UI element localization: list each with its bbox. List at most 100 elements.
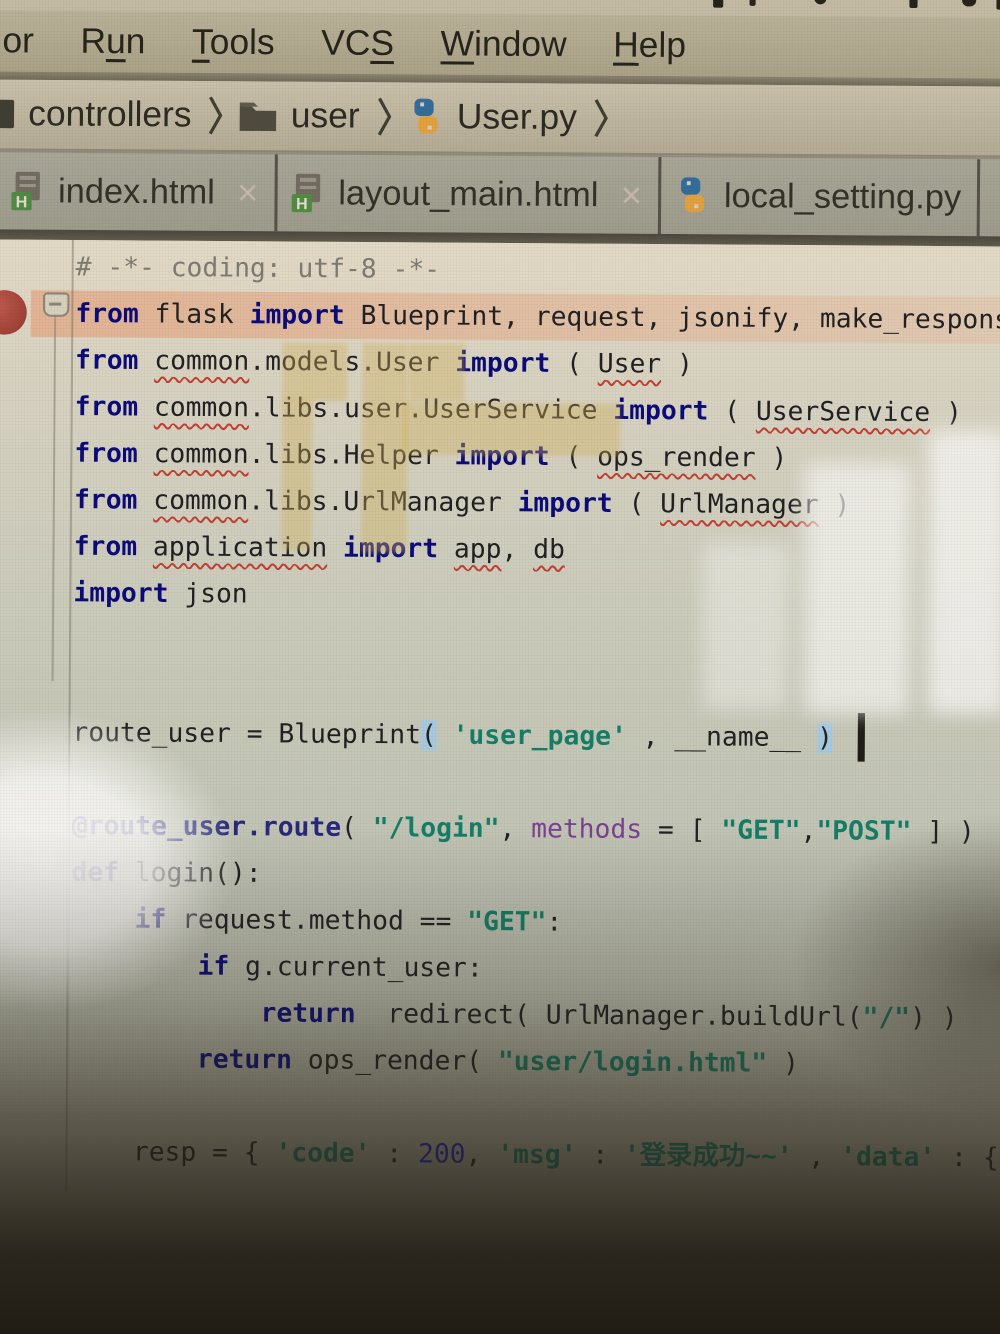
html-file-icon: H	[290, 172, 327, 215]
code-token: :	[576, 1140, 625, 1171]
project-icon	[0, 99, 15, 129]
code-token: "GET"	[467, 906, 547, 938]
breadcrumb-item-controllers[interactable]: controllers	[28, 94, 192, 136]
menu-item-vcs[interactable]: VCS	[321, 23, 394, 64]
tab-close-icon[interactable]: ×	[621, 174, 643, 217]
code-line: if request.method == "GET":	[71, 896, 1000, 949]
menu-item-or[interactable]: or	[2, 21, 34, 62]
tab-local_setting-py[interactable]: local_setting.py	[660, 157, 981, 237]
code-token: from	[75, 298, 139, 330]
editor-tabs: Hindex.html × Hlayout_main.html × local_sett…	[0, 150, 1000, 237]
code-line: @route_user.route( "/login", methods = […	[72, 803, 1000, 856]
ide-window: or Run Tools VCS Window Help controllers user U…	[0, 0, 1000, 1334]
titlebar-fragment	[962, 0, 977, 7]
code-line: return ops_render( "user/login.html" )	[70, 1035, 1000, 1088]
menu-item-tools[interactable]: Tools	[192, 22, 275, 63]
titlebar-fragment	[909, 0, 918, 9]
breadcrumb-item-user-py[interactable]: User.py	[406, 97, 577, 139]
python-file-icon	[673, 175, 712, 216]
code-token: import	[613, 395, 709, 427]
code-token: (	[550, 348, 598, 380]
menu-item-help[interactable]: Help	[613, 25, 686, 66]
code-line: return redirect( UrlManager.buildUrl("/"…	[70, 989, 1000, 1042]
tab-label: index.html	[57, 171, 215, 212]
code-token: import	[517, 487, 613, 520]
code-token: import	[342, 533, 439, 565]
code-token: )	[767, 1048, 799, 1079]
code-token: "user/login.html"	[497, 1046, 768, 1079]
breadcrumb-label: user	[290, 95, 360, 136]
code-token: UserService	[755, 396, 931, 429]
code-token: request.method ==	[166, 904, 468, 937]
code-token: resp = {	[69, 1136, 276, 1169]
tab-index-html[interactable]: Hindex.html ×	[0, 152, 278, 232]
code-token: :	[370, 1138, 419, 1170]
tab-close-icon[interactable]: ×	[237, 171, 259, 214]
code-token: app	[453, 534, 502, 565]
code-token: login():	[118, 857, 262, 889]
code-token: (	[341, 812, 373, 844]
code-token: if	[134, 904, 167, 935]
code-token: : {} }	[950, 1142, 1000, 1174]
code-token: from	[74, 391, 139, 423]
code-token: # -*- coding: utf-8 -*-	[75, 252, 441, 286]
code-fold-range-line	[51, 316, 57, 682]
titlebar-fragment	[996, 0, 1000, 10]
code-token: ) )	[909, 1002, 958, 1034]
menu-item-run[interactable]: Run	[80, 21, 145, 62]
code-token: User	[597, 348, 662, 380]
code-token: .libs.Helper	[248, 439, 455, 472]
code-token: common	[153, 485, 249, 517]
titlebar-fragment	[713, 0, 724, 8]
chevron-right-icon	[208, 95, 224, 136]
code-token: import	[73, 578, 169, 610]
code-token: )	[755, 443, 788, 474]
code-token: import	[249, 299, 345, 331]
tab-label: local_setting.py	[723, 176, 962, 217]
code-token: import	[455, 347, 551, 379]
code-token: 'code'	[275, 1138, 371, 1170]
chevron-right-icon	[376, 96, 392, 137]
titlebar-fragment	[749, 0, 756, 6]
code-token: "/"	[862, 1002, 911, 1034]
code-token: "GET"	[721, 815, 801, 847]
code-token: return	[196, 1044, 293, 1076]
code-line: from common.models.User import ( User )	[75, 337, 1000, 390]
code-token: route_user = Blueprint	[72, 717, 422, 751]
code-line: # -*- coding: utf-8 -*-	[76, 244, 1000, 297]
code-token: @route_user.route	[71, 810, 342, 843]
breakpoint-icon[interactable]	[0, 289, 27, 335]
code-token: from	[74, 345, 139, 377]
code-token: ops_render(	[291, 1045, 499, 1077]
code-token: = [	[642, 814, 722, 846]
code-token: if	[197, 951, 230, 982]
code-token: (	[420, 720, 437, 751]
tab-layout_main-html[interactable]: Hlayout_main.html ×	[277, 154, 662, 234]
code-token: )	[930, 397, 962, 429]
code-token: db	[533, 534, 565, 566]
code-token: (	[708, 396, 757, 427]
code-editor[interactable]: # -*- coding: utf-8 -*- from flask import…	[0, 239, 1000, 1334]
code-token: (	[549, 441, 598, 473]
breadcrumb-item-user[interactable]: user	[238, 95, 360, 136]
code-token: 'data'	[840, 1141, 936, 1174]
code-token: ] )	[911, 816, 975, 848]
menu-item-window[interactable]: Window	[440, 24, 567, 65]
code-token: ,	[499, 813, 532, 845]
folder-icon	[238, 98, 279, 133]
titlebar-fragment	[814, 0, 827, 5]
code-fold-toggle[interactable]	[42, 292, 70, 317]
code-token: '登录成功~~'	[623, 1140, 793, 1173]
code-token: json	[168, 578, 248, 610]
code-token: g.current_user:	[229, 951, 483, 984]
code-token: .models.User	[249, 346, 456, 379]
